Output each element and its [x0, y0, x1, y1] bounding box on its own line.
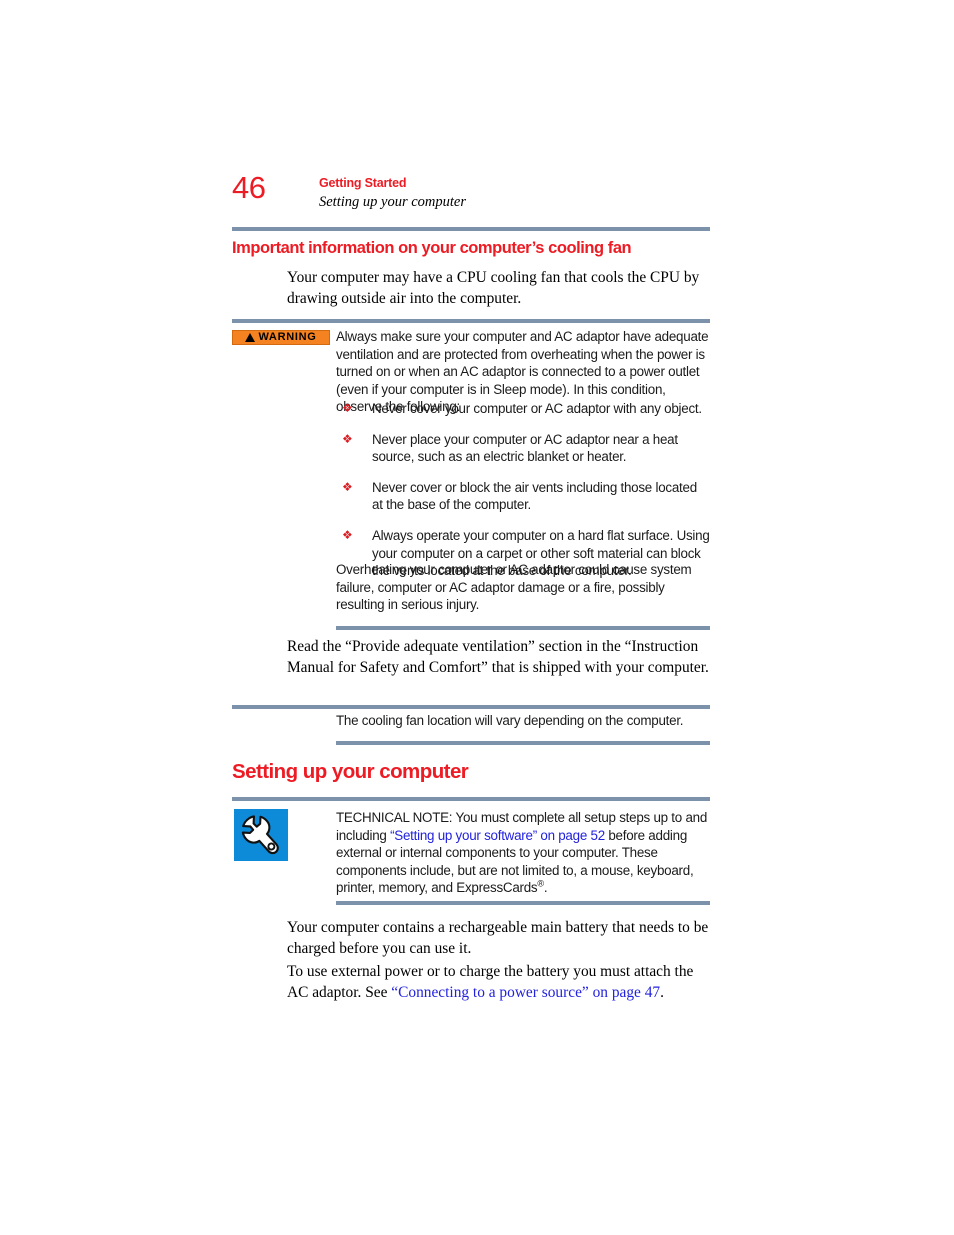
warning-bottom-rule: [336, 626, 710, 630]
page-number: 46: [232, 170, 266, 205]
warning-badge: WARNING: [232, 330, 330, 345]
list-item-text: Never cover your computer or AC adaptor …: [372, 401, 702, 416]
running-head-text: Getting Started Setting up your computer: [319, 176, 466, 211]
running-head: 46 Getting Started Setting up your compu…: [232, 172, 710, 220]
technical-note-top-rule: [232, 797, 710, 801]
warning-tail-text: Overheating your computer or AC adaptor …: [336, 562, 692, 613]
note-text: The cooling fan location will vary depen…: [336, 713, 684, 728]
section-title: Setting up your computer: [319, 194, 466, 210]
battery-paragraph: Your computer contains a rechargeable ma…: [287, 919, 709, 957]
list-item-text: Never cover or block the air vents inclu…: [372, 479, 697, 513]
technical-note-text-end: .: [543, 880, 548, 896]
list-item: ❖ Never cover your computer or AC adapto…: [336, 400, 710, 418]
technical-note-bottom-rule: [336, 901, 710, 905]
read-manual-paragraph: Read the “Provide adequate ventilation” …: [287, 638, 709, 676]
manual-page: 46 Getting Started Setting up your compu…: [0, 0, 954, 1235]
header-rule: [232, 227, 710, 231]
diamond-bullet-icon: ❖: [342, 431, 353, 446]
setting-up-software-link[interactable]: “Setting up your software” on page 52: [390, 828, 605, 843]
intro-paragraph: Your computer may have a CPU cooling fan…: [287, 269, 700, 307]
power-paragraph-after: .: [660, 983, 664, 1001]
list-item: ❖ Never place your computer or AC adapto…: [336, 431, 710, 466]
warning-badge-label: WARNING: [258, 331, 317, 343]
list-item: ❖ Never cover or block the air vents inc…: [336, 479, 710, 514]
diamond-bullet-icon: ❖: [342, 479, 353, 494]
power-paragraph: To use external power or to charge the b…: [287, 962, 710, 1003]
technical-note-text: TECHNICAL NOTE: You must complete all se…: [336, 809, 710, 897]
note-top-rule: [232, 705, 710, 709]
warning-triangle-icon: [245, 333, 256, 342]
note-bottom-rule: [336, 741, 710, 745]
warning-top-rule: [232, 319, 710, 323]
connecting-power-source-link[interactable]: “Connecting to a power source” on page 4…: [391, 984, 660, 1001]
page-title: Setting up your computer: [232, 760, 469, 783]
diamond-bullet-icon: ❖: [342, 401, 353, 415]
wrench-icon: [234, 809, 288, 861]
chapter-title: Getting Started: [319, 176, 407, 190]
subsection-heading: Important information on your computer’s…: [232, 239, 632, 257]
list-item-text: Never place your computer or AC adaptor …: [372, 431, 678, 465]
diamond-bullet-icon: ❖: [342, 527, 353, 542]
